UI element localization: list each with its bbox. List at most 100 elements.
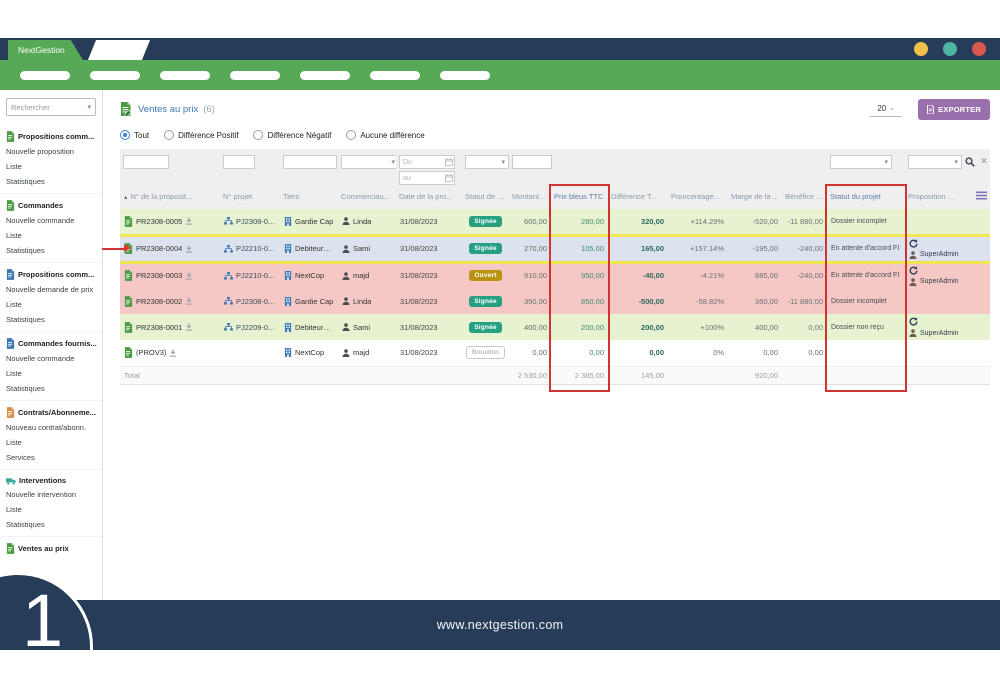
cell-tiers[interactable]: Debiteurs/... <box>280 235 338 262</box>
nav-menu-item[interactable] <box>300 71 350 80</box>
radio-option[interactable]: Différence Négatif <box>253 130 331 140</box>
table-row[interactable]: PR2308-0001PJ2209-0...Debiteurs/...Sami3… <box>120 314 990 340</box>
sidebar-item[interactable]: Nouveau contrat/abonn. <box>6 423 99 432</box>
tiers-name[interactable]: Debiteurs/... <box>295 244 334 253</box>
filter-proposition-user-select[interactable]: ▾ <box>908 155 962 169</box>
sidebar-item[interactable]: Statistiques <box>6 177 99 186</box>
cell-commercial[interactable]: Linda <box>338 288 396 314</box>
close-circle-icon[interactable] <box>972 42 986 56</box>
sidebar-section-title[interactable]: Commandes fournis... <box>6 338 99 349</box>
nav-menu-item[interactable] <box>440 71 490 80</box>
tiers-name[interactable]: Debiteurs/... <box>295 323 334 332</box>
column-header[interactable]: N° projet <box>220 188 280 209</box>
sidebar-section-title[interactable]: Propositions comm... <box>6 131 99 142</box>
cell-row-menu[interactable] <box>969 209 990 235</box>
table-row[interactable]: PR2308-0004PJ2210-0...Debiteurs/...Sami3… <box>120 235 990 262</box>
proposition-number[interactable]: PR2308-0003 <box>136 271 182 280</box>
sidebar-item[interactable]: Liste <box>6 231 99 240</box>
column-header[interactable]: ▲N° de la proposit... <box>120 188 220 209</box>
sidebar-item[interactable]: Statistiques <box>6 246 99 255</box>
nav-menu-item[interactable] <box>230 71 280 80</box>
brand-tab[interactable]: NextGestion <box>8 40 83 60</box>
filter-montant-input[interactable] <box>512 155 552 169</box>
tiers-name[interactable]: Gardie Cap <box>295 217 333 226</box>
sidebar-item[interactable]: Liste <box>6 300 99 309</box>
sidebar-section-title[interactable]: Ventes au prix <box>6 543 99 554</box>
sidebar-item[interactable]: Liste <box>6 438 99 447</box>
nav-menu-item[interactable] <box>370 71 420 80</box>
table-row[interactable]: PR2308-0003PJ2210-0...NextCopmajd31/08/2… <box>120 262 990 288</box>
filter-statut-select[interactable]: ▾ <box>465 155 509 169</box>
user-name[interactable]: SuperAdmin <box>920 330 959 337</box>
cell-commercial[interactable]: majd <box>338 262 396 288</box>
sidebar-item[interactable]: Services <box>6 453 99 462</box>
column-header[interactable]: Montant TTC <box>509 188 551 209</box>
proposition-number[interactable]: PR2308-0005 <box>136 217 182 226</box>
cell-tiers[interactable]: Gardie Cap <box>280 209 338 235</box>
filter-statut-projet-select[interactable]: ▾ <box>830 155 892 169</box>
radio-icon[interactable] <box>253 130 263 140</box>
maximize-circle-icon[interactable] <box>943 42 957 56</box>
radio-option[interactable]: Différence Positif <box>164 130 238 140</box>
sidebar-item[interactable]: Statistiques <box>6 315 99 324</box>
user-name[interactable]: SuperAdmin <box>920 278 959 285</box>
filter-proposition-input[interactable] <box>123 155 169 169</box>
cell-tiers[interactable]: NextCop <box>280 262 338 288</box>
column-header[interactable]: Tiers <box>280 188 338 209</box>
cell-tiers[interactable]: Gardie Cap <box>280 288 338 314</box>
tiers-name[interactable]: NextCop <box>295 348 324 357</box>
calendar-icon[interactable] <box>445 158 453 166</box>
filter-projet-input[interactable] <box>223 155 255 169</box>
cell-commercial[interactable]: Sami <box>338 314 396 340</box>
column-header[interactable]: Commerciau... <box>338 188 396 209</box>
sidebar-item[interactable]: Nouvelle demande de prix <box>6 285 99 294</box>
sidebar-item[interactable]: Nouvelle intervention <box>6 490 99 499</box>
page-size-select[interactable]: 20 ⌄ <box>870 102 902 117</box>
projet-number[interactable]: PJ2209-0... <box>236 323 274 332</box>
table-row[interactable]: (PROV3)NextCopmajd31/08/2023Brouillon0,0… <box>120 340 990 366</box>
cell-proposition[interactable]: PR2308-0001 <box>120 314 220 340</box>
cell-row-menu[interactable] <box>969 288 990 314</box>
sidebar-section-title[interactable]: Commandes <box>6 200 99 211</box>
projet-number[interactable]: PJ2210-0... <box>236 271 274 280</box>
close-icon[interactable]: × <box>981 157 987 167</box>
sidebar-item[interactable]: Nouvelle commande <box>6 354 99 363</box>
cell-tiers[interactable]: NextCop <box>280 340 338 366</box>
proposition-number[interactable]: PR2308-0004 <box>136 244 182 253</box>
sidebar-item[interactable]: Nouvelle proposition <box>6 147 99 156</box>
cell-proposition[interactable]: PR2308-0004 <box>120 235 220 262</box>
cell-row-menu[interactable] <box>969 235 990 262</box>
minimize-circle-icon[interactable] <box>914 42 928 56</box>
projet-number[interactable]: PJ2308-0... <box>236 217 274 226</box>
column-header[interactable]: Différence T... <box>608 188 668 209</box>
cell-row-menu[interactable] <box>969 314 990 340</box>
table-row[interactable]: PR2308-0005PJ2308-0...Gardie CapLinda31/… <box>120 209 990 235</box>
radio-option[interactable]: Aucune différence <box>346 130 424 140</box>
table-row[interactable]: PR2308-0002PJ2308-0...Gardie CapLinda31/… <box>120 288 990 314</box>
cell-commercial[interactable]: Linda <box>338 209 396 235</box>
projet-number[interactable]: PJ2210-0... <box>236 244 274 253</box>
nav-menu-item[interactable] <box>160 71 210 80</box>
cell-row-menu[interactable] <box>969 262 990 288</box>
export-button[interactable]: EXPORTER <box>918 99 990 120</box>
cell-commercial[interactable]: majd <box>338 340 396 366</box>
cell-projet[interactable]: PJ2308-0... <box>220 288 280 314</box>
filter-tiers-input[interactable] <box>283 155 337 169</box>
radio-icon[interactable] <box>346 130 356 140</box>
sidebar-section-title[interactable]: Contrats/Abonneme... <box>6 407 99 418</box>
nav-menu-item[interactable] <box>20 71 70 80</box>
proposition-number[interactable]: PR2308-0001 <box>136 323 182 332</box>
sidebar-item[interactable]: Statistiques <box>6 384 99 393</box>
cell-proposition[interactable]: PR2308-0003 <box>120 262 220 288</box>
column-header[interactable]: Statut du projet <box>827 188 905 209</box>
sidebar-item[interactable]: Liste <box>6 369 99 378</box>
cell-proposition[interactable]: PR2308-0005 <box>120 209 220 235</box>
tiers-name[interactable]: NextCop <box>295 271 324 280</box>
column-header[interactable]: Bénéfice ou ... <box>782 188 827 209</box>
sidebar-item[interactable]: Liste <box>6 162 99 171</box>
sidebar-section-title[interactable]: Interventions <box>6 476 99 485</box>
tiers-name[interactable]: Gardie Cap <box>295 297 333 306</box>
radio-option[interactable]: Tout <box>120 130 149 140</box>
cell-projet[interactable]: PJ2210-0... <box>220 262 280 288</box>
column-header[interactable]: Marge de la ... <box>728 188 782 209</box>
